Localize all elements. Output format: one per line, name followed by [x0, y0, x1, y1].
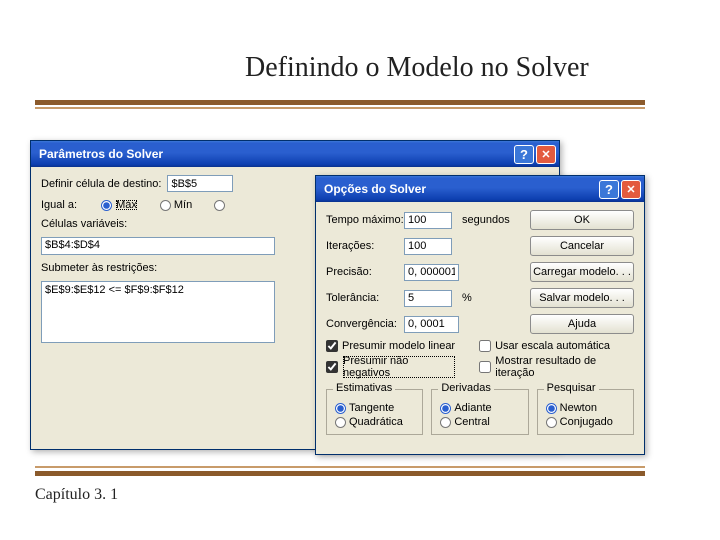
derivatives-legend: Derivadas	[438, 382, 494, 394]
radio-central-label: Central	[454, 416, 489, 428]
radio-max-label: Máx	[115, 199, 138, 211]
dialog-title: Opções do Solver	[324, 182, 426, 196]
derivatives-group: Derivadas Adiante Central	[431, 389, 528, 435]
load-model-button[interactable]: Carregar modelo. . .	[530, 262, 634, 282]
radio-conjugate-label: Conjugado	[560, 416, 613, 428]
precision-label: Precisão:	[326, 266, 404, 278]
time-input[interactable]	[404, 212, 452, 229]
ok-button[interactable]: OK	[530, 210, 634, 230]
radio-forward[interactable]	[440, 403, 451, 414]
divider	[35, 100, 645, 105]
solver-options-dialog: Opções do Solver ? ✕ Tempo máximo: segun…	[315, 175, 645, 455]
titlebar[interactable]: Opções do Solver ? ✕	[316, 176, 644, 202]
nonneg-checkbox[interactable]	[326, 361, 338, 373]
divider	[35, 466, 645, 468]
autoscale-checkbox[interactable]	[479, 340, 491, 352]
radio-conjugate[interactable]	[546, 417, 557, 428]
radio-newton[interactable]	[546, 403, 557, 414]
showiter-checkbox[interactable]	[479, 361, 491, 373]
radio-value[interactable]	[214, 200, 225, 211]
convergence-label: Convergência:	[326, 318, 404, 330]
tolerance-label: Tolerância:	[326, 292, 404, 304]
dialog-title: Parâmetros do Solver	[39, 147, 163, 161]
iterations-input[interactable]	[404, 238, 452, 255]
constraints-label: Submeter às restrições:	[41, 262, 157, 274]
help-button[interactable]: ?	[599, 180, 619, 199]
search-legend: Pesquisar	[544, 382, 599, 394]
radio-tangent-label: Tangente	[349, 402, 394, 414]
divider	[35, 107, 645, 109]
save-model-button[interactable]: Salvar modelo. . .	[530, 288, 634, 308]
target-cell-label: Definir célula de destino:	[41, 178, 161, 190]
radio-newton-label: Newton	[560, 402, 597, 414]
divider	[35, 471, 645, 476]
close-button[interactable]: ✕	[536, 145, 556, 164]
radio-tangent[interactable]	[335, 403, 346, 414]
radio-central[interactable]	[440, 417, 451, 428]
close-button[interactable]: ✕	[621, 180, 641, 199]
search-group: Pesquisar Newton Conjugado	[537, 389, 634, 435]
linear-label: Presumir modelo linear	[342, 340, 455, 352]
help-button[interactable]: Ajuda	[530, 314, 634, 334]
radio-min-label: Mín	[174, 199, 192, 211]
precision-input[interactable]	[404, 264, 459, 281]
cancel-button[interactable]: Cancelar	[530, 236, 634, 256]
help-button[interactable]: ?	[514, 145, 534, 164]
time-unit: segundos	[462, 214, 510, 226]
constraints-listbox[interactable]: $E$9:$E$12 <= $F$9:$F$12	[41, 281, 275, 343]
radio-quadratic-label: Quadrática	[349, 416, 403, 428]
linear-checkbox[interactable]	[326, 340, 338, 352]
time-label: Tempo máximo:	[326, 214, 404, 226]
radio-forward-label: Adiante	[454, 402, 491, 414]
radio-min[interactable]	[160, 200, 171, 211]
variable-cells-input[interactable]: $B$4:$D$4	[41, 237, 275, 255]
tolerance-input[interactable]	[404, 290, 452, 307]
nonneg-label: Presumir não negativos	[342, 355, 456, 379]
convergence-input[interactable]	[404, 316, 459, 333]
autoscale-label: Usar escala automática	[495, 340, 610, 352]
iterations-label: Iterações:	[326, 240, 404, 252]
estimates-legend: Estimativas	[333, 382, 395, 394]
variable-cells-label: Células variáveis:	[41, 218, 127, 230]
titlebar[interactable]: Parâmetros do Solver ? ✕	[31, 141, 559, 167]
showiter-label: Mostrar resultado de iteração	[495, 355, 634, 379]
radio-max[interactable]	[101, 200, 112, 211]
estimates-group: Estimativas Tangente Quadrática	[326, 389, 423, 435]
equal-to-label: Igual a:	[41, 199, 77, 211]
page-footer: Capítulo 3. 1	[35, 486, 118, 504]
target-cell-input[interactable]	[167, 175, 233, 192]
tolerance-unit: %	[462, 292, 510, 304]
radio-quadratic[interactable]	[335, 417, 346, 428]
page-title: Definindo o Modelo no Solver	[245, 52, 589, 84]
constraint-item[interactable]: $E$9:$E$12 <= $F$9:$F$12	[45, 284, 271, 296]
